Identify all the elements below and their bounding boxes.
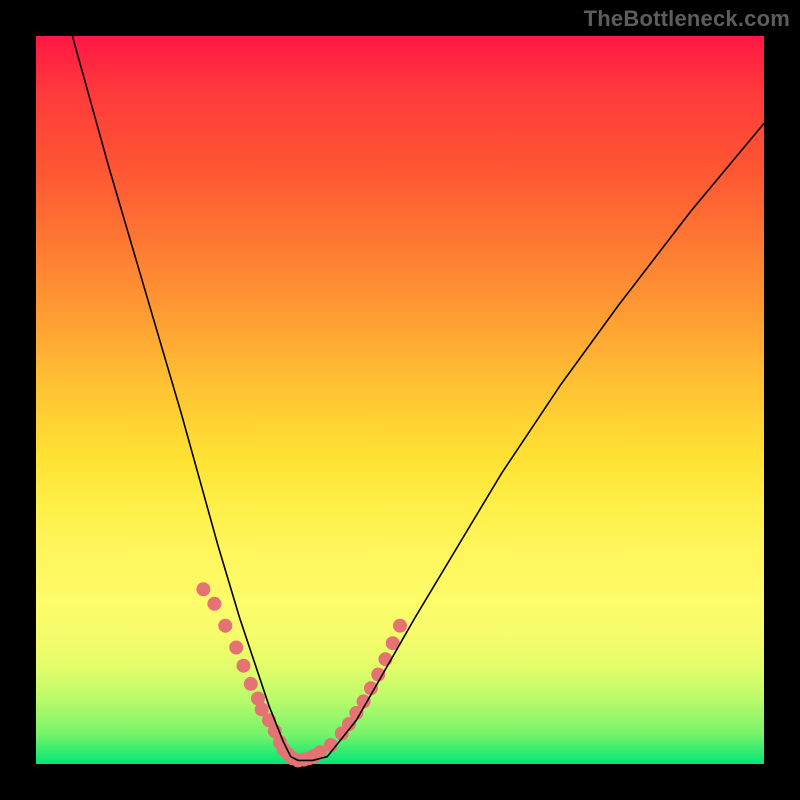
- marker-dot: [229, 641, 243, 655]
- chart-container: TheBottleneck.com: [0, 0, 800, 800]
- marker-dot: [196, 582, 210, 596]
- marker-dot: [218, 619, 232, 633]
- chart-svg: [36, 36, 764, 764]
- bottleneck-curve: [72, 36, 764, 760]
- marker-dot: [378, 652, 392, 666]
- marker-dot: [237, 659, 251, 673]
- marker-band: [196, 582, 407, 767]
- marker-dot: [393, 619, 407, 633]
- marker-dot: [244, 677, 258, 691]
- marker-dot: [207, 597, 221, 611]
- watermark-label: TheBottleneck.com: [584, 6, 790, 32]
